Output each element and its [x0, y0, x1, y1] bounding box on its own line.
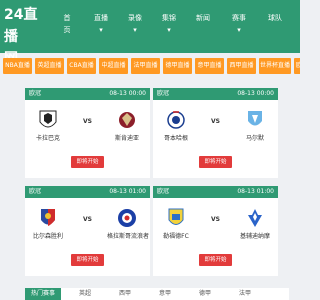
- nav-live[interactable]: 直播 ▾: [90, 12, 112, 36]
- team-name: 勒福德FC: [163, 233, 189, 240]
- match-time: 08-13 01:00: [237, 188, 274, 195]
- tag-cba[interactable]: CBA直播: [67, 58, 96, 74]
- match-card[interactable]: 欧冠 08-13 00:00 卡拉巴克 VS 斯肯迪亚 即将开始: [25, 88, 150, 178]
- nav-label: 页: [63, 26, 71, 34]
- away-team[interactable]: 斯肯迪亚: [107, 108, 147, 143]
- team-name: 格拉斯哥流浪者: [107, 233, 150, 240]
- tag-la-liga[interactable]: 西甲直播: [227, 58, 256, 74]
- chevron-down-icon: ▾: [237, 26, 241, 34]
- match-card[interactable]: 欧冠 08-13 01:00 比尔森胜利 VS 格拉斯哥流浪者 即将开始: [25, 186, 150, 276]
- home-team[interactable]: 勒福德FC: [156, 206, 196, 241]
- tab-hot-events[interactable]: 热门赛事: [25, 288, 61, 300]
- team-crest-icon: [248, 111, 262, 126]
- team-crest-icon: [248, 209, 262, 227]
- event-tabs: 热门赛事 英超 西甲 意甲 德甲 法甲: [25, 288, 289, 300]
- nav-highlights[interactable]: 集锦 ▾: [158, 12, 180, 36]
- match-header: 欧冠 08-13 01:00: [25, 186, 150, 198]
- tag-premier-league[interactable]: 英超直播: [35, 58, 64, 74]
- league-tags: NBA直播 英超直播 CBA直播 中超直播 法甲直播 德甲直播 意甲直播 西甲直…: [0, 58, 300, 76]
- nav-replay[interactable]: 录像 ▾: [124, 12, 146, 36]
- nav-label: 首: [63, 14, 71, 22]
- match-header: 欧冠 08-13 01:00: [153, 186, 278, 198]
- away-team[interactable]: 马尔默: [235, 108, 275, 143]
- nav-news[interactable]: 新闻: [192, 12, 214, 24]
- tag-csl[interactable]: 中超直播: [99, 58, 128, 74]
- league-name: 欧冠: [29, 90, 42, 97]
- watch-live-button[interactable]: 即将开始: [199, 254, 232, 266]
- tab-ligue1[interactable]: 法甲: [233, 288, 257, 300]
- match-header: 欧冠 08-13 00:00: [153, 88, 278, 100]
- nav-home[interactable]: 首页: [56, 12, 78, 36]
- tag-bundesliga[interactable]: 德甲直播: [163, 58, 192, 74]
- league-name: 欧冠: [157, 90, 170, 97]
- league-name: 欧冠: [29, 188, 42, 195]
- team-name: 哥本哈根: [163, 135, 188, 142]
- nav-label: 集锦: [162, 14, 176, 22]
- tag-serie-a[interactable]: 意甲直播: [195, 58, 224, 74]
- nav-label: 球队: [268, 14, 282, 22]
- team-crest-icon: [118, 209, 136, 227]
- tag-nba[interactable]: NBA直播: [3, 58, 32, 74]
- site-header: 24直播 网 首页 直播▾ 录像▾ 集锦▾ 新闻 赛事▾ 球队: [0, 0, 300, 67]
- team-name: 比尔森胜利: [32, 233, 63, 240]
- match-card[interactable]: 欧冠 08-13 01:00 勒福德FC VS 基辅迪纳摩 即将开始: [153, 186, 278, 276]
- away-team[interactable]: 基辅迪纳摩: [235, 206, 275, 241]
- match-time: 08-13 01:00: [109, 188, 146, 195]
- team-crest-icon: [119, 112, 135, 128]
- chevron-down-icon: ▾: [167, 26, 171, 34]
- tag-more[interactable]: 欧: [294, 58, 300, 74]
- nav-teams[interactable]: 球队: [264, 12, 286, 24]
- match-time: 08-13 00:00: [237, 90, 274, 97]
- nav-label: 新闻: [196, 14, 210, 22]
- tab-la-liga[interactable]: 西甲: [113, 288, 137, 300]
- watch-live-button[interactable]: 即将开始: [71, 156, 104, 168]
- logo-line1: 24直播: [4, 7, 38, 45]
- team-name: 马尔默: [245, 135, 264, 142]
- match-header: 欧冠 08-13 00:00: [25, 88, 150, 100]
- home-team[interactable]: 卡拉巴克: [28, 108, 68, 143]
- chevron-down-icon: ▾: [133, 26, 137, 34]
- tag-world-cup[interactable]: 世界杯直播: [259, 58, 291, 74]
- nav-label: 直播: [94, 14, 108, 22]
- match-time: 08-13 00:00: [109, 90, 146, 97]
- team-name: 基辅迪纳摩: [239, 233, 270, 240]
- home-team[interactable]: 哥本哈根: [156, 108, 196, 143]
- team-name: 斯肯迪亚: [114, 135, 139, 142]
- league-name: 欧冠: [157, 188, 170, 195]
- watch-live-button[interactable]: 即将开始: [199, 156, 232, 168]
- watch-live-button[interactable]: 即将开始: [71, 254, 104, 266]
- match-card[interactable]: 欧冠 08-13 00:00 哥本哈根 VS 马尔默 即将开始: [153, 88, 278, 178]
- tab-premier-league[interactable]: 英超: [73, 288, 97, 300]
- nav-label: 赛事: [232, 14, 246, 22]
- home-team[interactable]: 比尔森胜利: [28, 206, 68, 241]
- tab-serie-a[interactable]: 意甲: [153, 288, 177, 300]
- chevron-down-icon: ▾: [99, 26, 103, 34]
- team-name: 卡拉巴克: [35, 135, 60, 142]
- tag-ligue1[interactable]: 法甲直播: [131, 58, 160, 74]
- tab-bundesliga[interactable]: 德甲: [193, 288, 217, 300]
- nav-events[interactable]: 赛事 ▾: [228, 12, 250, 36]
- nav-label: 录像: [128, 14, 142, 22]
- away-team[interactable]: 格拉斯哥流浪者: [107, 206, 150, 241]
